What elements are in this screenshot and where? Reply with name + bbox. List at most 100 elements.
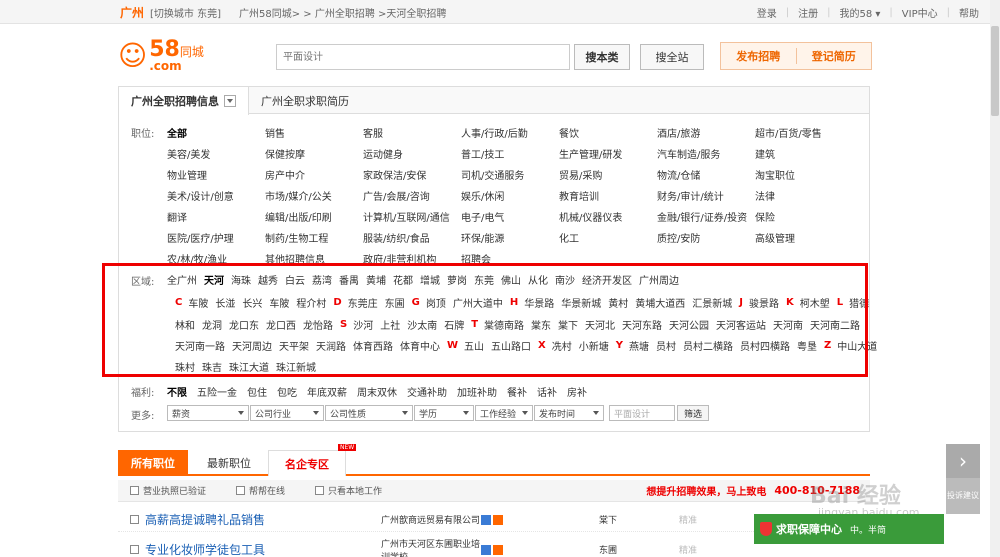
login-link[interactable]: 登录: [757, 5, 777, 20]
position-option[interactable]: 质控/安防: [657, 230, 700, 245]
welfare-option[interactable]: 加班补助: [457, 384, 497, 399]
position-option[interactable]: 超市/百货/零售: [755, 125, 822, 140]
position-option[interactable]: 普工/技工: [461, 146, 504, 161]
caret-down-icon: [522, 411, 528, 415]
tab-latest-jobs[interactable]: 最新职位: [192, 450, 266, 476]
position-option[interactable]: 法律: [755, 188, 775, 203]
help-link[interactable]: 帮助: [959, 5, 979, 20]
welfare-option[interactable]: 餐补: [507, 384, 527, 399]
job-title-link[interactable]: 专业化妆师学徒包工具: [145, 541, 365, 557]
position-option[interactable]: 教育培训: [559, 188, 599, 203]
position-option[interactable]: 美容/美发: [167, 146, 210, 161]
position-option[interactable]: 全部: [167, 125, 187, 140]
keyword-input[interactable]: 平面设计: [609, 405, 675, 421]
position-option[interactable]: 机械/仪器仪表: [559, 209, 622, 224]
welfare-option[interactable]: 房补: [567, 384, 587, 399]
job-checkbox[interactable]: [130, 515, 139, 524]
welfare-option[interactable]: 包住: [247, 384, 267, 399]
position-option[interactable]: 建筑: [755, 146, 775, 161]
online-checkbox[interactable]: 帮帮在线: [236, 484, 285, 497]
position-option[interactable]: 娱乐/休闲: [461, 188, 504, 203]
job-guarantee-button[interactable]: 求职保障中心 中。半简: [754, 514, 944, 544]
position-option[interactable]: 医院/医疗/护理: [167, 230, 234, 245]
position-option[interactable]: 化工: [559, 230, 579, 245]
position-option[interactable]: 电子/电气: [461, 209, 504, 224]
position-option[interactable]: 销售: [265, 125, 285, 140]
position-option[interactable]: 广告/会展/咨询: [363, 188, 430, 203]
site-logo[interactable]: ☺ 58同城 .com: [118, 38, 248, 74]
welfare-option[interactable]: 周末双休: [357, 384, 397, 399]
welfare-option[interactable]: 年底双薪: [307, 384, 347, 399]
position-label: 职位:: [131, 129, 155, 140]
my58-link[interactable]: 我的58 ▾: [839, 5, 880, 20]
position-option[interactable]: 保险: [755, 209, 775, 224]
welfare-option[interactable]: 话补: [537, 384, 557, 399]
position-option[interactable]: 美术/设计/创意: [167, 188, 234, 203]
chevron-down-icon[interactable]: [224, 95, 236, 107]
position-option[interactable]: 客服: [363, 125, 383, 140]
welfare-option[interactable]: 交通补助: [407, 384, 447, 399]
chevron-right-icon[interactable]: ›: [946, 444, 980, 478]
position-option[interactable]: 汽车制造/服务: [657, 146, 720, 161]
company-name[interactable]: 广州市天河区东圃职业培训学校: [381, 537, 481, 557]
position-option[interactable]: 编辑/出版/印刷: [265, 209, 332, 224]
post-job-button[interactable]: 发布招聘: [721, 48, 796, 64]
welfare-option[interactable]: 包吃: [277, 384, 297, 399]
tab-resumes[interactable]: 广州全职求职简历: [249, 87, 361, 114]
position-option[interactable]: 酒店/旅游: [657, 125, 700, 140]
welfare-option[interactable]: 五险一金: [197, 384, 237, 399]
breadcrumb[interactable]: 广州58同城> > 广州全职招聘 >天河全职招聘: [239, 5, 446, 20]
education-select[interactable]: 学历: [414, 405, 474, 421]
job-title-link[interactable]: 高薪高提诚聘礼品销售: [145, 511, 365, 528]
local-only-checkbox[interactable]: 只看本地工作: [315, 484, 382, 497]
feedback-button[interactable]: 投诉建议: [946, 478, 980, 514]
post-resume-button[interactable]: 登记简历: [797, 48, 872, 64]
filter-button[interactable]: 筛选: [677, 405, 709, 421]
position-option[interactable]: 运动健身: [363, 146, 403, 161]
tab-famous-companies[interactable]: 名企专区: [268, 450, 346, 476]
position-option[interactable]: 保健按摩: [265, 146, 305, 161]
industry-select[interactable]: 公司行业: [250, 405, 324, 421]
position-option[interactable]: 家政保洁/安保: [363, 167, 426, 182]
company-name[interactable]: 广州歆商远贸易有限公司: [381, 513, 481, 526]
top-nav: 登录 | 注册 | 我的58 ▾ | VIP中心 | 帮助: [756, 5, 979, 20]
position-option[interactable]: 计算机/互联网/通信: [363, 209, 450, 224]
position-option[interactable]: 服装/纺织/食品: [363, 230, 430, 245]
vip-center-link[interactable]: VIP中心: [902, 5, 938, 20]
welfare-option[interactable]: 不限: [167, 384, 187, 399]
position-option[interactable]: 财务/审计/统计: [657, 188, 724, 203]
tab-job-info[interactable]: 广州全职招聘信息: [119, 87, 249, 115]
position-option[interactable]: 物业管理: [167, 167, 207, 182]
position-option[interactable]: 市场/媒介/公关: [265, 188, 332, 203]
position-option[interactable]: 餐饮: [559, 125, 579, 140]
position-option[interactable]: 淘宝职位: [755, 167, 795, 182]
position-option[interactable]: 翻译: [167, 209, 187, 224]
caret-down-icon: [238, 411, 244, 415]
position-option[interactable]: 金融/银行/证券/投资: [657, 209, 747, 224]
search-input[interactable]: [276, 44, 570, 70]
position-option[interactable]: 房产中介: [265, 167, 305, 182]
position-option[interactable]: 制药/生物工程: [265, 230, 328, 245]
position-option[interactable]: 环保/能源: [461, 230, 504, 245]
position-option[interactable]: 生产管理/研发: [559, 146, 622, 161]
company-type-select[interactable]: 公司性质: [325, 405, 413, 421]
tab-all-jobs[interactable]: 所有职位: [118, 450, 188, 476]
position-option[interactable]: 人事/行政/后勤: [461, 125, 528, 140]
position-option[interactable]: 贸易/采购: [559, 167, 602, 182]
page-scrollbar[interactable]: [990, 0, 1000, 557]
scrollbar-thumb[interactable]: [991, 26, 999, 116]
switch-city-link[interactable]: [切换城市 东莞]: [150, 5, 221, 20]
search-category-button[interactable]: 搜本类: [574, 44, 630, 70]
search-all-button[interactable]: 搜全站: [640, 44, 704, 70]
result-options: 营业执照已验证 帮帮在线 只看本地工作 想提升招聘效果，马上致电 400-810…: [118, 480, 870, 502]
salary-select[interactable]: 薪资: [167, 405, 249, 421]
register-link[interactable]: 注册: [798, 5, 818, 20]
verified-license-checkbox[interactable]: 营业执照已验证: [130, 484, 206, 497]
job-checkbox[interactable]: [130, 545, 139, 554]
current-city[interactable]: 广州: [120, 4, 144, 21]
position-option[interactable]: 物流/仓储: [657, 167, 700, 182]
position-option[interactable]: 高级管理: [755, 230, 795, 245]
experience-select[interactable]: 工作经验: [475, 405, 533, 421]
position-option[interactable]: 司机/交通服务: [461, 167, 524, 182]
post-time-select[interactable]: 发布时间: [534, 405, 604, 421]
